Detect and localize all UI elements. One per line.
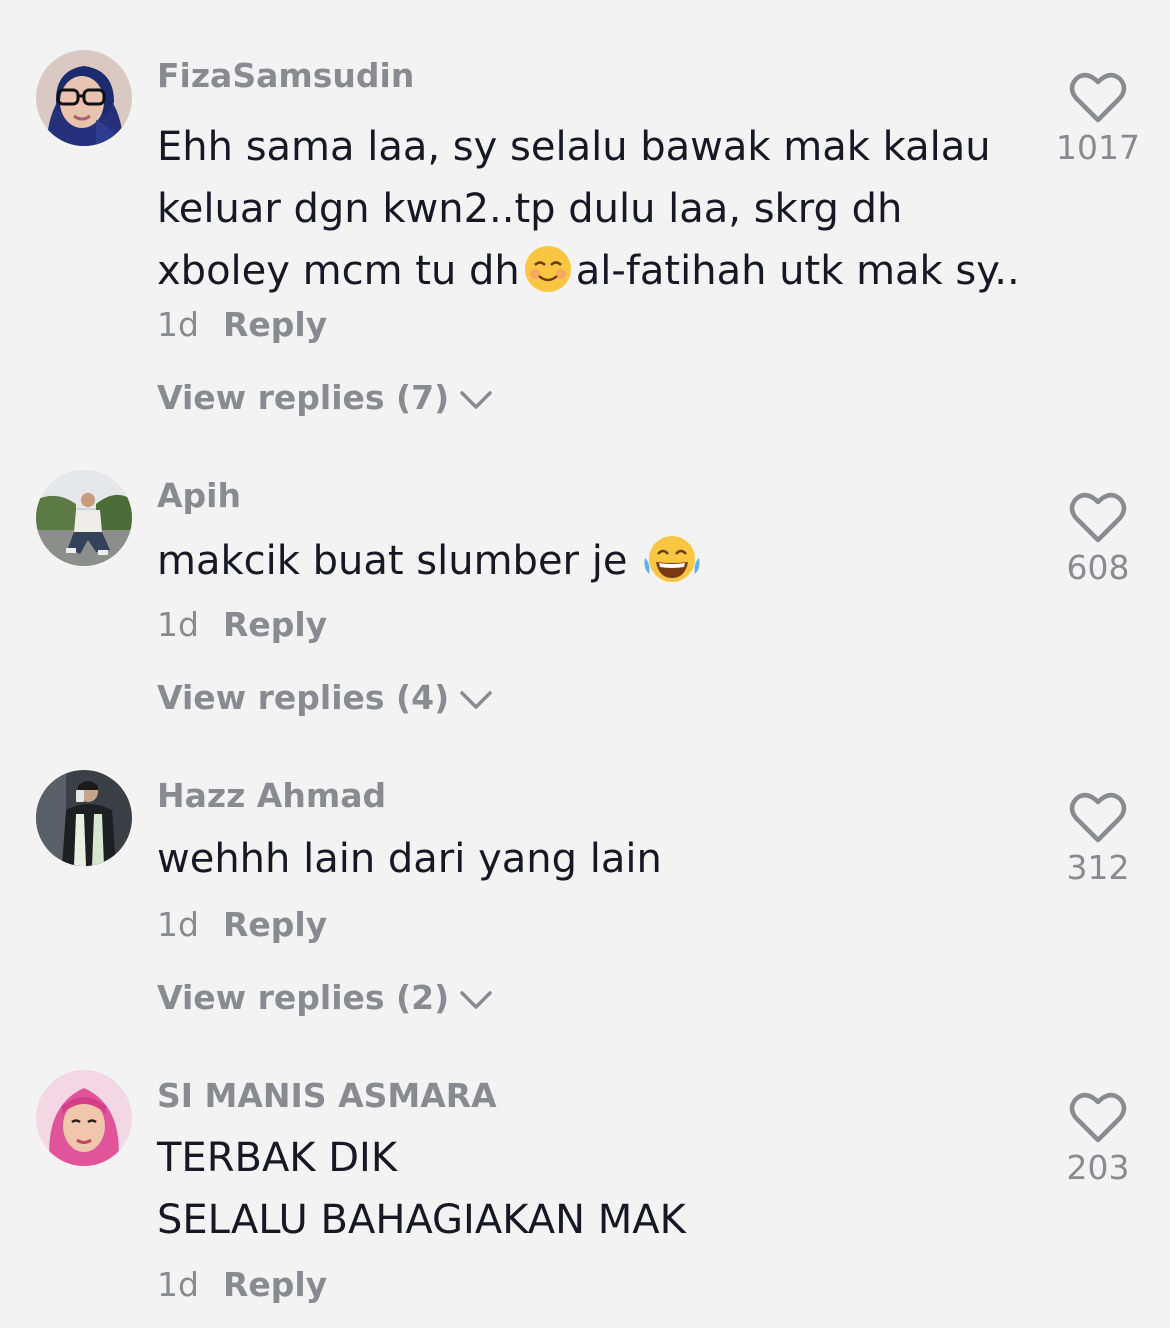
comment-text-line: wehhh lain dari yang lain [157,836,662,882]
comment-time: 1d [157,605,199,644]
comment-time: 1d [157,905,199,944]
heart-outline-icon [1069,792,1127,843]
reply-button[interactable]: Reply [223,1265,327,1304]
view-replies-button[interactable]: View replies (2) [157,978,493,1017]
comment-meta: 1d Reply [157,305,327,344]
view-replies-button[interactable]: View replies (4) [157,678,493,717]
like-count: 608 [1066,548,1130,587]
view-replies-button[interactable]: View replies (7) [157,378,493,417]
like-count: 312 [1066,848,1130,887]
comment-text: wehhh lain dari yang lain [157,828,1017,890]
heart-outline-icon [1069,1092,1127,1143]
view-replies-label: View replies (2) [157,978,450,1017]
comment-username[interactable]: Hazz Ahmad [157,776,386,815]
heart-outline-icon [1069,72,1127,123]
comment-username[interactable]: FizaSamsudin [157,56,414,95]
like-count: 1017 [1056,128,1140,167]
comment-text-line: TERBAK DIK [157,1135,398,1181]
comment-meta: 1d Reply [157,1265,327,1304]
avatar[interactable] [36,770,132,866]
comments-screen: { "comments": [ { "username": "FizaSamsu… [0,0,1170,1328]
comment-text-segment: makcik buat slumber je [157,538,628,584]
reply-button[interactable]: Reply [223,905,327,944]
heart-outline-icon [1069,492,1127,543]
comment-text: makcik buat slumber je [157,530,1017,592]
comment-text-line: Ehh sama laa, sy selalu bawak mak kalau [157,124,991,170]
chevron-down-icon [460,991,492,1009]
comment-item: SI MANIS ASMARA TERBAK DIK SELALU BAHAGI… [0,1070,1170,1328]
chevron-down-icon [460,391,492,409]
comment-time: 1d [157,305,199,344]
comment-meta: 1d Reply [157,905,327,944]
chevron-down-icon [460,691,492,709]
view-replies-label: View replies (7) [157,378,450,417]
view-replies-label: View replies (4) [157,678,450,717]
avatar[interactable] [36,1070,132,1166]
like-button[interactable]: 203 [1048,1092,1148,1187]
comment-item: Apih makcik buat slumber je 1d Reply View… [0,470,1170,740]
reply-button[interactable]: Reply [223,305,327,344]
comment-text-segment: al-fatihah utk mak sy.. [575,248,1020,294]
comment-meta: 1d Reply [157,605,327,644]
comment-text-line: xboley mcm tu dh al-fatihah utk mak sy.. [157,240,1020,302]
smiling-face-with-rosy-cheeks-icon [523,244,573,294]
comment-item: FizaSamsudin Ehh sama laa, sy selalu baw… [0,50,1170,430]
comment-username[interactable]: Apih [157,476,241,515]
reply-button[interactable]: Reply [223,605,327,644]
avatar[interactable] [36,470,132,566]
face-with-tears-of-joy-icon [643,534,700,584]
comment-text-segment: xboley mcm tu dh [157,248,520,294]
comment-text-line: keluar dgn kwn2..tp dulu laa, skrg dh [157,186,903,232]
like-button[interactable]: 312 [1048,792,1148,887]
comment-text-line: SELALU BAHAGIAKAN MAK [157,1197,686,1243]
comment-text-line: makcik buat slumber je [157,530,1017,592]
comment-username[interactable]: SI MANIS ASMARA [157,1076,497,1115]
comment-text: TERBAK DIK SELALU BAHAGIAKAN MAK [157,1127,1017,1251]
like-button[interactable]: 1017 [1048,72,1148,167]
comment-text: Ehh sama laa, sy selalu bawak mak kalau … [157,116,1020,302]
comment-item: Hazz Ahmad wehhh lain dari yang lain 1d R… [0,770,1170,1040]
avatar[interactable] [36,50,132,146]
like-count: 203 [1066,1148,1130,1187]
comment-time: 1d [157,1265,199,1304]
like-button[interactable]: 608 [1048,492,1148,587]
